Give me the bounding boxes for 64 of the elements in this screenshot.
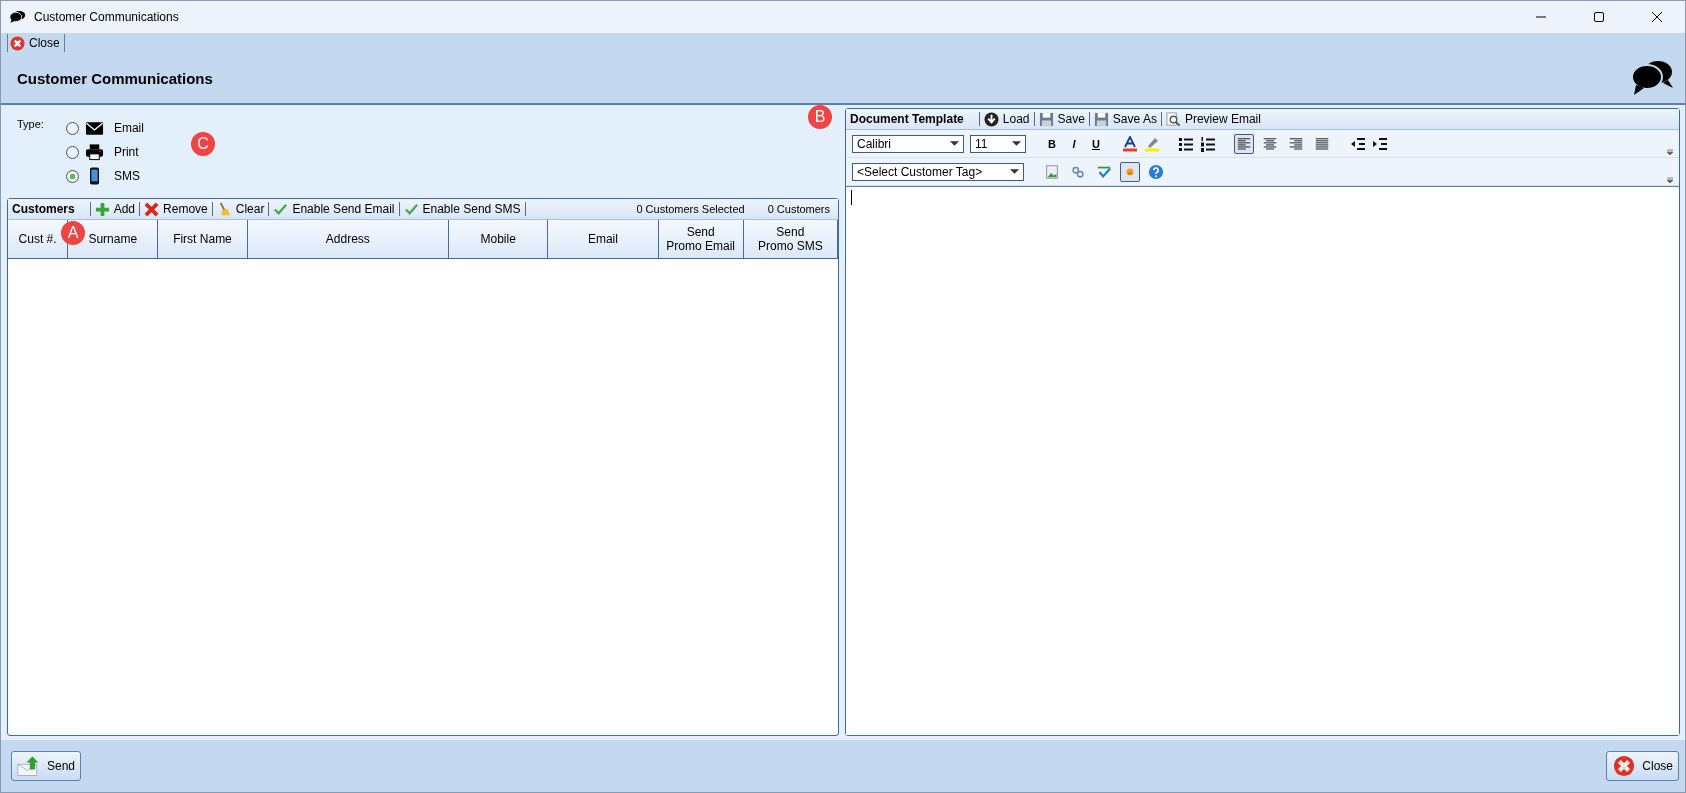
smiley-icon[interactable] [1120, 161, 1140, 182]
printer-icon [84, 143, 104, 161]
plus-icon [94, 201, 110, 217]
close-button[interactable]: Close [1606, 751, 1679, 781]
envelope-icon [84, 119, 104, 137]
column-header[interactable]: Address [247, 220, 450, 258]
window-title: Customer Communications [34, 10, 179, 24]
checkmark-icon [273, 201, 289, 217]
caret-icon [1012, 141, 1021, 146]
panel-title: Customers [12, 202, 75, 216]
font-color-icon[interactable] [1122, 135, 1138, 152]
overflow-icon[interactable] [1667, 149, 1673, 155]
outdent-icon[interactable] [1350, 135, 1366, 152]
customer-tag-dropdown[interactable]: <Select Customer Tag> [852, 162, 1024, 181]
column-header[interactable]: Send Promo Email [658, 220, 744, 258]
toolbar-button[interactable]: Preview Email [1162, 110, 1264, 128]
numbered-list-icon[interactable] [1200, 135, 1216, 152]
align-left-icon[interactable] [1234, 133, 1254, 154]
radio-button[interactable] [65, 169, 79, 183]
option-label[interactable]: Print [113, 145, 139, 159]
radio-button[interactable] [65, 145, 79, 159]
overflow-icon[interactable] [1667, 177, 1673, 183]
chat-bubbles-icon [9, 10, 26, 24]
size-dropdown[interactable]: 11 [970, 134, 1026, 153]
maximize-icon[interactable] [1593, 11, 1605, 23]
envelope-arrow-icon [17, 755, 41, 777]
toolbar-button[interactable]: Save As [1090, 110, 1160, 128]
highlighter-icon[interactable] [1144, 135, 1160, 152]
font-dropdown[interactable]: Calibri [852, 134, 964, 153]
toolbar-button[interactable]: Enable Send SMS [400, 200, 524, 218]
column-header[interactable]: Mobile [449, 220, 549, 258]
toolbar-button[interactable]: Remove [141, 200, 211, 218]
indent-icon[interactable] [1372, 135, 1388, 152]
close-icon[interactable] [1651, 11, 1663, 23]
underline-button[interactable]: U [1088, 137, 1104, 150]
toolbar-button[interactable]: Add [91, 200, 139, 218]
toolbar-button[interactable]: Enable Send Email [270, 200, 398, 218]
radio-button[interactable] [65, 121, 79, 135]
toolbar-button[interactable]: Save [1035, 110, 1088, 128]
toolbar-button[interactable]: Load [980, 110, 1033, 128]
customer-count: 0 Customers [767, 203, 830, 215]
close-button[interactable]: Close [7, 34, 65, 52]
checkmark-icon [403, 201, 419, 217]
caret-icon [1010, 169, 1019, 174]
bold-button[interactable]: B [1044, 137, 1060, 150]
italic-button[interactable]: I [1066, 137, 1082, 150]
close-icon [10, 35, 25, 51]
caret-icon [950, 141, 959, 146]
download-icon [983, 111, 999, 127]
column-header[interactable]: Send Promo SMS [743, 220, 838, 258]
column-header[interactable]: Email [548, 220, 659, 258]
close-icon [1612, 755, 1637, 777]
option-label[interactable]: SMS [113, 169, 140, 183]
magnifier-icon [1165, 111, 1181, 127]
page-title: Customer Communications [17, 69, 213, 87]
cross-icon [144, 201, 160, 217]
toolbar-button[interactable]: Clear [213, 200, 268, 218]
send-button[interactable]: Send [11, 751, 82, 781]
selected-count: 0 Customers Selected [636, 203, 745, 215]
option-label[interactable]: Email [113, 121, 144, 135]
panel-title: Document Template [850, 112, 964, 126]
bullet-list-icon[interactable] [1178, 135, 1194, 152]
type-label: Type: [17, 118, 44, 132]
column-header[interactable]: First Name [158, 220, 248, 258]
